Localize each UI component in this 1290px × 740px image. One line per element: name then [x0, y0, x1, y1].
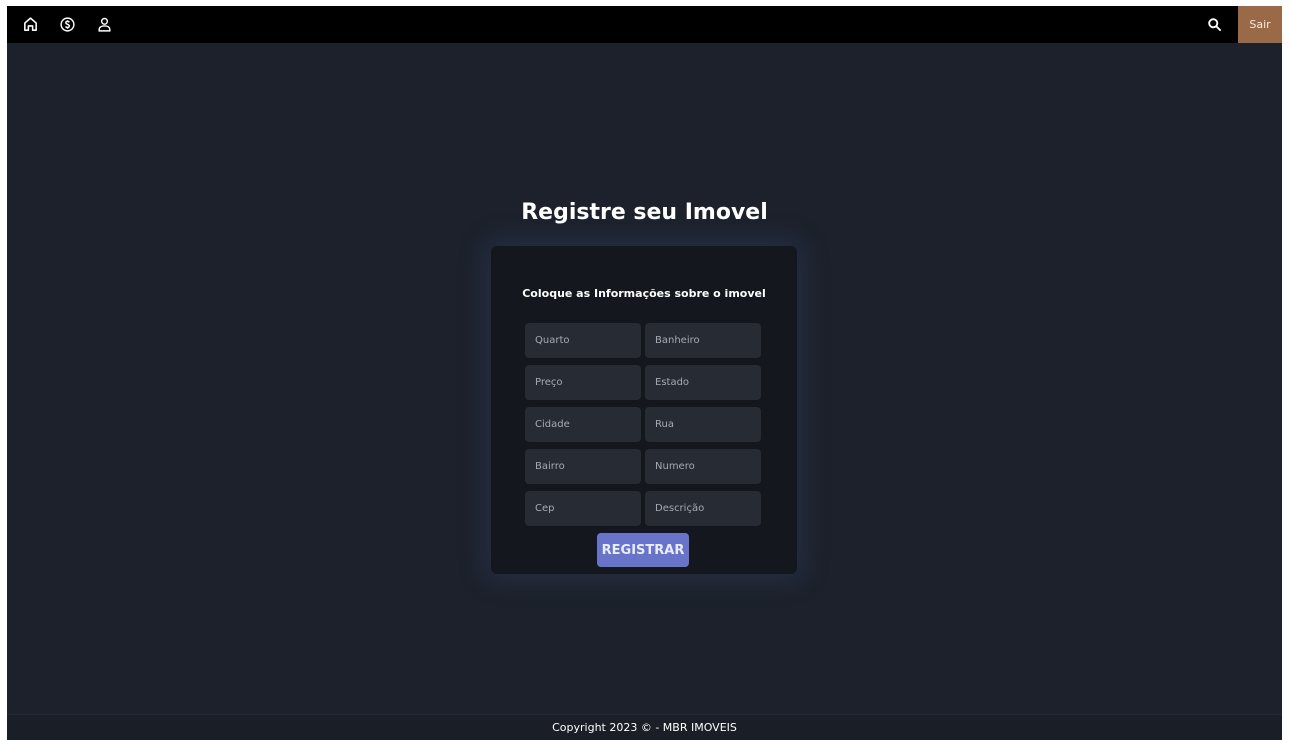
footer: Copyright 2023 © - MBR IMOVEIS	[7, 714, 1282, 740]
preco-input[interactable]	[525, 365, 641, 400]
user-icon[interactable]	[95, 16, 113, 34]
home-icon[interactable]	[21, 16, 39, 34]
numero-input[interactable]	[645, 449, 761, 484]
cidade-input[interactable]	[525, 407, 641, 442]
nav-icon-group	[7, 16, 113, 34]
descricao-input[interactable]	[645, 491, 761, 526]
top-nav-bar: Sair	[7, 6, 1282, 43]
search-icon[interactable]	[1199, 6, 1229, 43]
estado-input[interactable]	[645, 365, 761, 400]
top-right-controls: Sair	[1199, 6, 1282, 43]
register-button[interactable]: REGISTRAR	[597, 533, 689, 567]
rua-input[interactable]	[645, 407, 761, 442]
logout-button[interactable]: Sair	[1238, 6, 1282, 43]
cep-input[interactable]	[525, 491, 641, 526]
register-form-card: Coloque as Informações sobre o imovel RE…	[491, 246, 797, 574]
dollar-icon[interactable]	[58, 16, 76, 34]
page-title: Registre seu Imovel	[521, 200, 768, 225]
bairro-input[interactable]	[525, 449, 641, 484]
copyright-text: Copyright 2023 © - MBR IMOVEIS	[552, 721, 737, 734]
quarto-input[interactable]	[525, 323, 641, 358]
app-frame: Sair Registre seu Imovel Coloque as Info…	[7, 6, 1282, 740]
banheiro-input[interactable]	[645, 323, 761, 358]
form-subtitle: Coloque as Informações sobre o imovel	[522, 287, 766, 300]
